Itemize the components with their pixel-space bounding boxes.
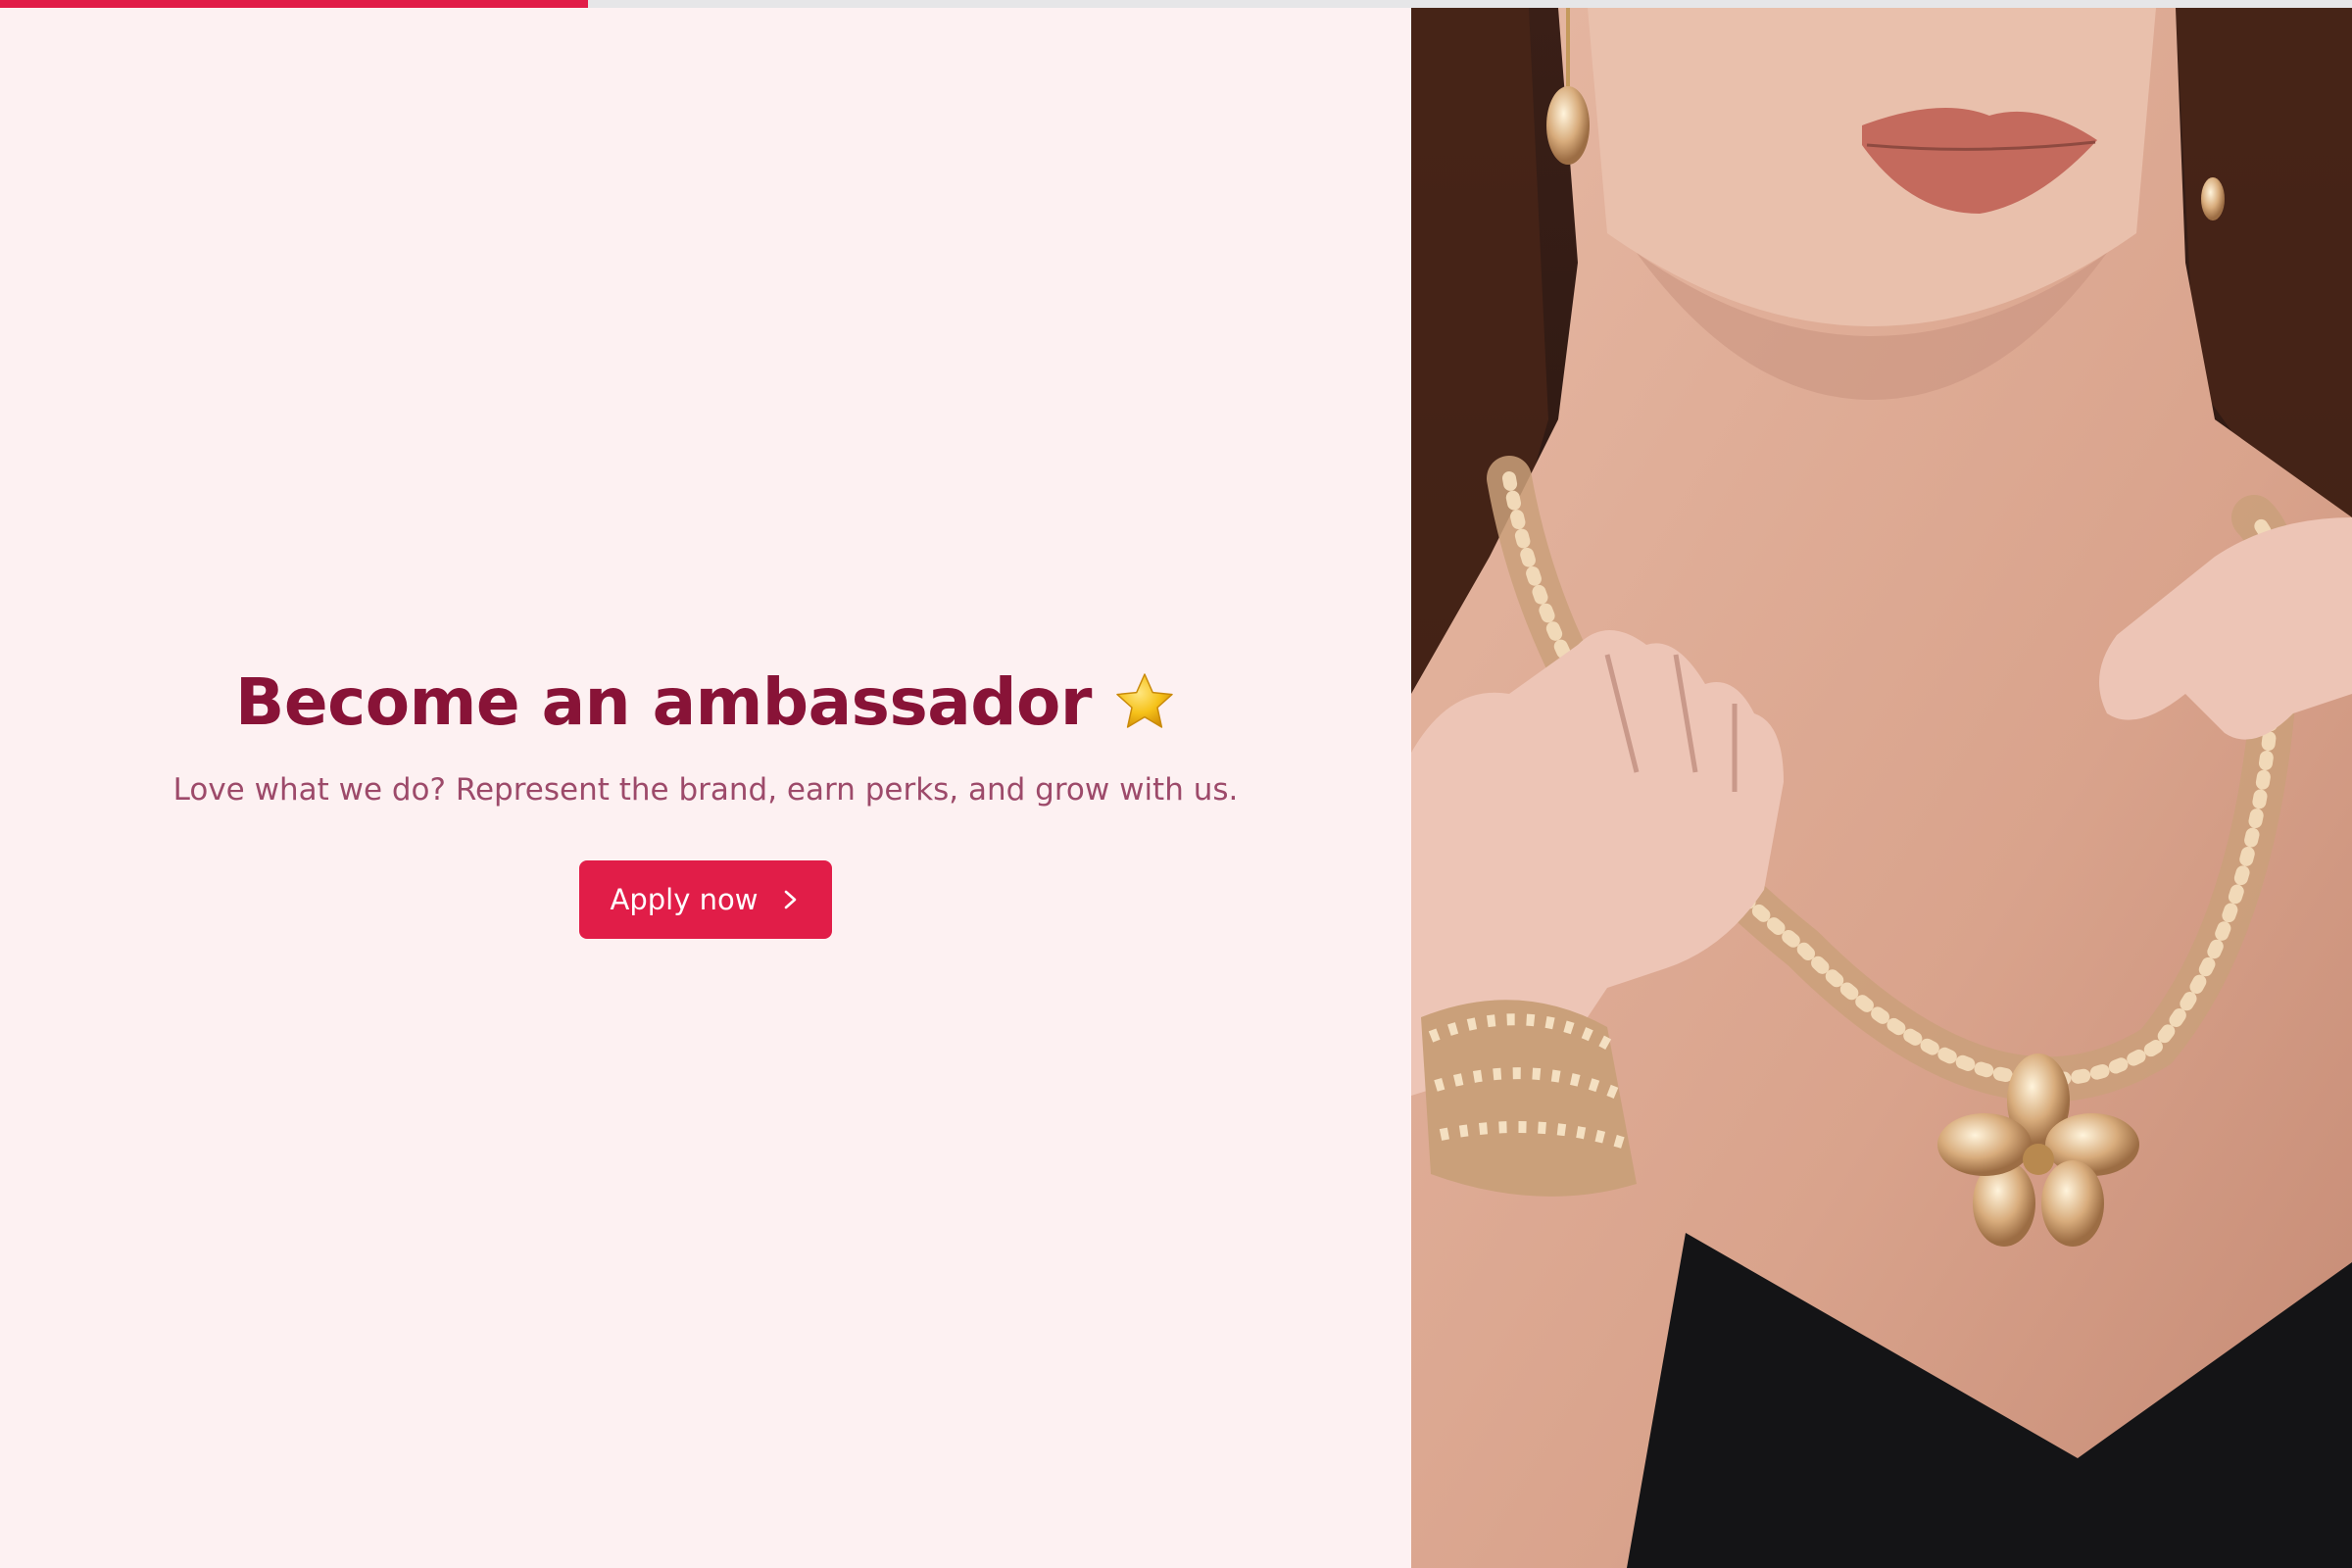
hero-section: Become an ambassador Love what we do? Re… bbox=[0, 655, 1411, 939]
hero-photo bbox=[1411, 8, 2352, 1568]
page-title: Become an ambassador bbox=[0, 655, 1411, 747]
chevron-right-icon bbox=[785, 890, 797, 909]
progress-bar-fill bbox=[0, 0, 588, 8]
apply-now-label: Apply now bbox=[610, 882, 759, 916]
apply-now-button[interactable]: Apply now bbox=[578, 859, 833, 939]
page-subtitle: Love what we do? Represent the brand, ea… bbox=[172, 771, 1239, 808]
star-icon bbox=[1113, 667, 1176, 730]
content-panel: Become an ambassador Love what we do? Re… bbox=[0, 8, 1411, 1568]
progress-bar bbox=[0, 0, 2352, 8]
page-title-text: Become an ambassador bbox=[235, 663, 1092, 740]
